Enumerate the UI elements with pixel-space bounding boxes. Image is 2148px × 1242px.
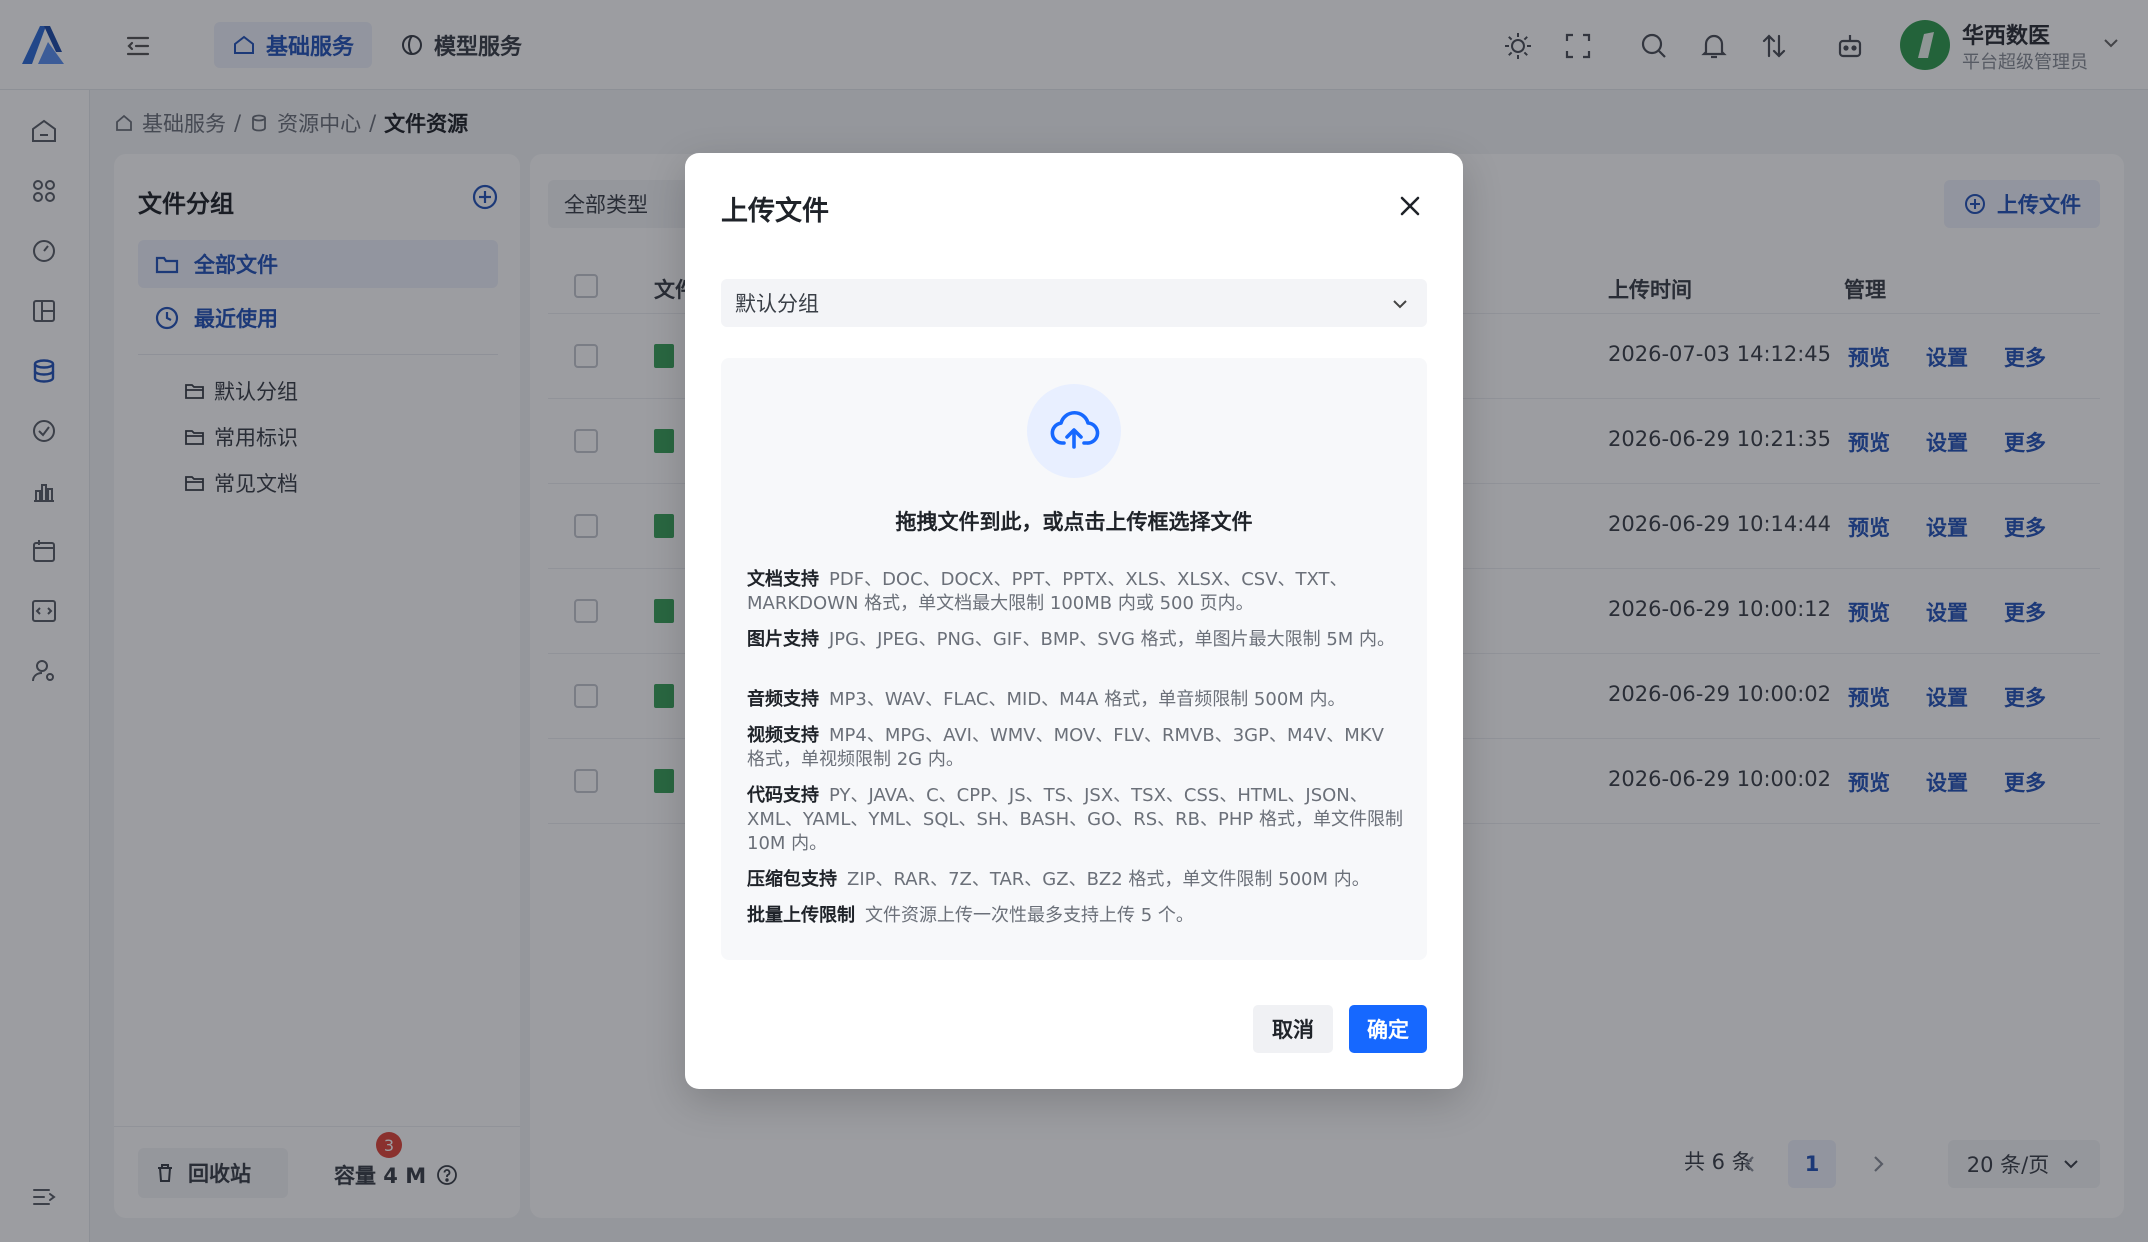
- chevron-down-icon: [1393, 300, 1407, 309]
- spec-code: 代码支持 PY、JAVA、C、CPP、JS、TS、JSX、TSX、CSS、HTML…: [747, 785, 1403, 854]
- upload-cloud-badge: [1027, 384, 1121, 478]
- spec-archives: 压缩包支持 ZIP、RAR、7Z、TAR、GZ、BZ2 格式，单文件限制 500M…: [747, 869, 1370, 890]
- spec-batch-limit: 批量上传限制 文件资源上传一次性最多支持上传 5 个。: [747, 905, 1194, 926]
- close-icon[interactable]: [1395, 191, 1425, 221]
- upload-dropzone[interactable]: 拖拽文件到此，或点击上传框选择文件 文档支持 PDF、DOC、DOCX、PPT、P…: [721, 358, 1427, 960]
- spec-documents: 文档支持 PDF、DOC、DOCX、PPT、PPTX、XLS、XLSX、CSV、T…: [747, 569, 1348, 614]
- spec-video: 视频支持 MP4、MPG、AVI、WMV、MOV、FLV、RMVB、3GP、M4V…: [747, 725, 1384, 770]
- dialog-title: 上传文件: [721, 196, 829, 227]
- group-select-value: 默认分组: [735, 292, 819, 316]
- upload-file-dialog: 上传文件 默认分组 拖拽文件到此，或点击上传框选择文件 文档支持 PDF、DOC、…: [685, 153, 1463, 1089]
- spec-images: 图片支持 JPG、JPEG、PNG、GIF、BMP、SVG 格式，单图片最大限制 …: [747, 629, 1396, 650]
- dropzone-hint: 拖拽文件到此，或点击上传框选择文件: [895, 510, 1253, 534]
- cloud-upload-icon: [1050, 410, 1100, 449]
- spec-audio: 音频支持 MP3、WAV、FLAC、MID、M4A 格式，单音频限制 500M 内…: [747, 689, 1346, 710]
- cancel-button[interactable]: 取消: [1253, 1005, 1333, 1053]
- group-select[interactable]: 默认分组: [721, 279, 1427, 327]
- confirm-button[interactable]: 确定: [1349, 1005, 1427, 1053]
